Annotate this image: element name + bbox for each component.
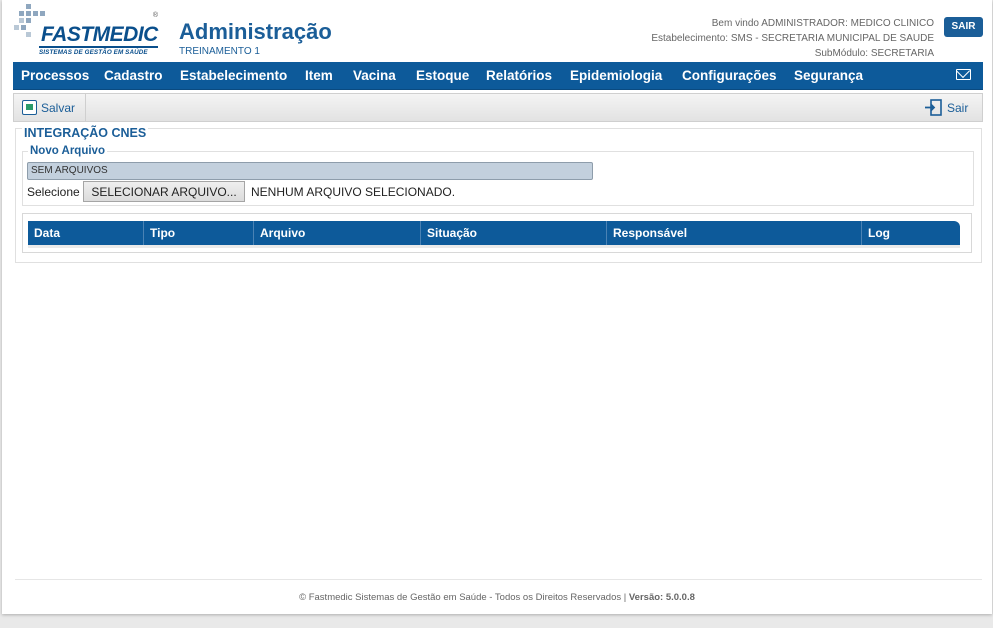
logo-tagline: SISTEMAS DE GESTÃO EM SAÚDE <box>39 49 148 56</box>
toolbar: Salvar Sair <box>13 93 983 122</box>
cnes-integration-panel: INTEGRAÇÃO CNES Novo Arquivo SEM ARQUIVO… <box>15 126 982 263</box>
new-file-fieldset: Novo Arquivo SEM ARQUIVOS Selecione SELE… <box>22 145 974 206</box>
fastmedic-logo: FASTMEDIC ® SISTEMAS DE GESTÃO EM SAÚDE <box>14 4 162 58</box>
menu-item-configuracoes[interactable]: Configurações <box>682 62 777 90</box>
column-header-situacao[interactable]: Situação <box>420 221 606 245</box>
files-table: Data Tipo Arquivo Situação Responsável L… <box>22 213 972 253</box>
column-header-tipo[interactable]: Tipo <box>143 221 253 245</box>
logout-button[interactable]: SAIR <box>944 17 983 37</box>
select-label: Selecione <box>27 185 80 199</box>
footer: © Fastmedic Sistemas de Gestão em Saúde … <box>2 592 992 603</box>
menu-item-estoque[interactable]: Estoque <box>416 62 469 90</box>
new-file-legend: Novo Arquivo <box>28 145 107 157</box>
logo-underline <box>39 46 158 48</box>
column-header-arquivo[interactable]: Arquivo <box>253 221 420 245</box>
file-status-field: SEM ARQUIVOS <box>27 162 593 180</box>
table-body <box>28 245 960 248</box>
registered-mark: ® <box>152 12 158 19</box>
establishment-text: Estabelecimento: SMS - SECRETARIA MUNICI… <box>651 33 934 44</box>
save-button[interactable]: Salvar <box>14 94 86 121</box>
menu-item-relatorios[interactable]: Relatórios <box>486 62 552 90</box>
column-header-data[interactable]: Data <box>28 221 143 245</box>
table-header: Data Tipo Arquivo Situação Responsável L… <box>28 221 960 245</box>
menu-item-estabelecimento[interactable]: Estabelecimento <box>180 62 287 90</box>
exit-icon <box>925 99 942 116</box>
save-icon <box>22 100 37 115</box>
panel-title: INTEGRAÇÃO CNES <box>22 126 149 140</box>
page: FASTMEDIC ® SISTEMAS DE GESTÃO EM SAÚDE … <box>2 0 992 614</box>
page-subtitle: TREINAMENTO 1 <box>179 46 260 57</box>
submodule-text: SubMódulo: SECRETARIA <box>814 48 934 59</box>
main-menu: Processos Cadastro Estabelecimento Item … <box>13 62 983 90</box>
footer-divider <box>15 579 982 580</box>
footer-version: Versão: 5.0.0.8 <box>628 592 695 603</box>
column-header-responsavel[interactable]: Responsável <box>606 221 861 245</box>
envelope-icon[interactable] <box>956 69 971 80</box>
select-file-button[interactable]: SELECIONAR ARQUIVO... <box>83 181 245 202</box>
menu-item-seguranca[interactable]: Segurança <box>794 62 863 90</box>
menu-item-processos[interactable]: Processos <box>21 62 89 90</box>
menu-item-vacina[interactable]: Vacina <box>353 62 396 90</box>
column-header-log[interactable]: Log <box>861 221 960 245</box>
exit-label: Sair <box>947 101 969 115</box>
exit-button[interactable]: Sair <box>924 94 974 121</box>
menu-item-cadastro[interactable]: Cadastro <box>104 62 163 90</box>
logo-wordmark: FASTMEDIC <box>41 23 158 46</box>
no-file-selected-text: NENHUM ARQUIVO SELECIONADO. <box>251 185 456 199</box>
save-label: Salvar <box>41 101 76 115</box>
menu-item-item[interactable]: Item <box>305 62 333 90</box>
footer-copyright: © Fastmedic Sistemas de Gestão em Saúde … <box>299 592 627 603</box>
user-info: Bem vindo ADMINISTRADOR: MEDICO CLINICO … <box>651 16 934 61</box>
welcome-text: Bem vindo ADMINISTRADOR: MEDICO CLINICO <box>711 18 934 29</box>
page-title: Administração <box>179 19 332 44</box>
menu-item-epidemiologia[interactable]: Epidemiologia <box>570 62 662 90</box>
